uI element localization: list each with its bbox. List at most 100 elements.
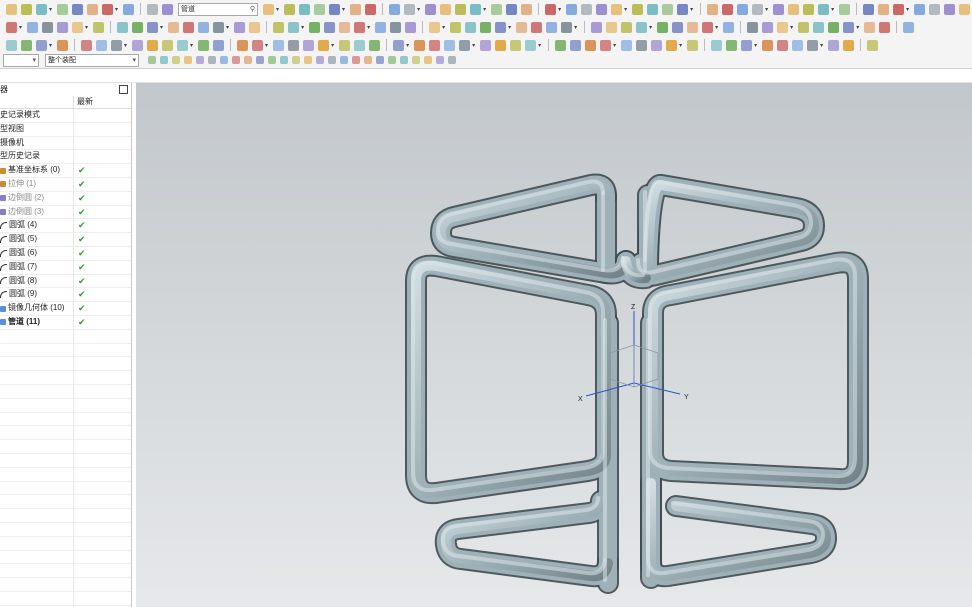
toolbar-command-icon[interactable]	[455, 3, 467, 15]
toolbar-command-icon[interactable]	[687, 21, 699, 33]
tree-node[interactable]: 圆弧 (6) ✔	[0, 246, 131, 261]
toolbar-command-icon[interactable]	[747, 21, 759, 33]
toolbar-command-icon[interactable]	[6, 21, 17, 33]
toolbar-command-icon[interactable]	[234, 21, 246, 33]
chevron-down-icon[interactable]: ▾	[856, 24, 859, 31]
toolbar-command-icon[interactable]	[843, 39, 855, 51]
toolbar-command-icon[interactable]	[183, 21, 195, 33]
selection-filter-icon[interactable]	[268, 56, 276, 64]
toolbar-command-icon[interactable]	[404, 3, 416, 15]
selection-filter-icon[interactable]	[244, 56, 252, 64]
toolbar-command-icon[interactable]	[807, 39, 819, 51]
toolbar-command-icon[interactable]	[662, 3, 674, 15]
toolbar-command-icon[interactable]	[299, 3, 311, 15]
selection-filter-icon[interactable]	[256, 56, 264, 64]
toolbar-command-icon[interactable]	[737, 3, 749, 15]
toolbar-command-icon[interactable]	[465, 21, 477, 33]
toolbar-command-icon[interactable]	[459, 39, 471, 51]
toolbar-command-icon[interactable]	[117, 21, 129, 33]
toolbar-command-icon[interactable]	[893, 3, 905, 15]
toolbar-command-icon[interactable]	[798, 21, 810, 33]
toolbar-command-icon[interactable]	[480, 21, 492, 33]
chevron-down-icon[interactable]: ▾	[160, 24, 163, 31]
toolbar-command-icon[interactable]	[929, 3, 941, 15]
toolbar-command-icon[interactable]	[839, 3, 851, 15]
toolbar-command-icon[interactable]	[93, 21, 105, 33]
type-filter-combo[interactable]: ▾	[3, 53, 39, 67]
selection-filter-icon[interactable]	[196, 56, 204, 64]
toolbar-command-icon[interactable]	[198, 21, 210, 33]
selection-filter-icon[interactable]	[148, 56, 156, 64]
toolbar-command-icon[interactable]	[389, 3, 401, 15]
selection-filter-icon[interactable]	[340, 56, 348, 64]
toolbar-command-icon[interactable]	[162, 39, 174, 51]
toolbar-command-icon[interactable]	[687, 39, 699, 51]
toolbar-command-icon[interactable]	[450, 21, 462, 33]
toolbar-command-icon[interactable]	[506, 3, 518, 15]
toolbar-command-icon[interactable]	[96, 39, 108, 51]
column-latest[interactable]: 最新	[74, 96, 93, 108]
tree-node[interactable]: 镜像几何体 (10) ✔	[0, 302, 131, 316]
selection-filter-icon[interactable]	[352, 56, 360, 64]
toolbar-command-icon[interactable]	[329, 3, 341, 15]
toolbar-command-icon[interactable]	[6, 39, 17, 51]
toolbar-command-icon[interactable]	[36, 3, 47, 15]
toolbar-command-icon[interactable]	[647, 3, 659, 15]
chevron-down-icon[interactable]: ▾	[115, 6, 118, 13]
selection-filter-icon[interactable]	[208, 56, 216, 64]
toolbar-command-icon[interactable]	[480, 39, 492, 51]
chevron-down-icon[interactable]: ▾	[265, 42, 268, 49]
toolbar-command-icon[interactable]	[314, 3, 326, 15]
toolbar-command-icon[interactable]	[773, 3, 785, 15]
toolbar-command-icon[interactable]	[702, 21, 714, 33]
chevron-down-icon[interactable]: ▾	[690, 6, 693, 13]
chevron-down-icon[interactable]: ▾	[831, 6, 834, 13]
toolbar-command-icon[interactable]	[36, 39, 47, 51]
toolbar-command-icon[interactable]	[762, 21, 774, 33]
toolbar-command-icon[interactable]	[213, 39, 225, 51]
tree-node[interactable]: 圆弧 (8) ✔	[0, 274, 131, 289]
toolbar-command-icon[interactable]	[6, 3, 17, 15]
toolbar-command-icon[interactable]	[585, 39, 597, 51]
chevron-down-icon[interactable]: ▾	[715, 24, 718, 31]
toolbar-command-icon[interactable]	[57, 21, 69, 33]
selection-filter-icon[interactable]	[292, 56, 300, 64]
toolbar-command-icon[interactable]	[249, 21, 261, 33]
toolbar-command-icon[interactable]	[762, 39, 774, 51]
chevron-down-icon[interactable]: ▾	[85, 24, 88, 31]
toolbar-command-icon[interactable]	[863, 3, 875, 15]
toolbar-command-icon[interactable]	[561, 21, 573, 33]
selection-filter-icon[interactable]	[316, 56, 324, 64]
toolbar-command-icon[interactable]	[516, 21, 528, 33]
tree-node[interactable]: 基准坐标系 (0) ✔	[0, 164, 131, 178]
selection-filter-icon[interactable]	[436, 56, 444, 64]
chevron-down-icon[interactable]: ▾	[906, 6, 909, 13]
selection-filter-icon[interactable]	[280, 56, 288, 64]
tree-node[interactable]: 边倒圆 (2) ✔	[0, 191, 131, 206]
chevron-down-icon[interactable]: ▾	[442, 24, 445, 31]
toolbar-command-icon[interactable]	[57, 3, 69, 15]
toolbar-command-icon[interactable]	[828, 21, 840, 33]
selection-filter-icon[interactable]	[160, 56, 168, 64]
toolbar-command-icon[interactable]	[867, 39, 879, 51]
chevron-down-icon[interactable]: ▾	[754, 42, 757, 49]
toolbar-command-icon[interactable]	[879, 21, 891, 33]
toolbar-command-icon[interactable]	[621, 21, 633, 33]
tree-node[interactable]: 型视图	[0, 122, 131, 137]
selection-filter-icon[interactable]	[388, 56, 396, 64]
toolbar-command-icon[interactable]	[566, 3, 578, 15]
tree-node[interactable]: 型历史记录	[0, 150, 131, 165]
toolbar-command-icon[interactable]	[813, 21, 825, 33]
tree-node[interactable]: 圆弧 (9) ✔	[0, 288, 131, 303]
search-combo[interactable]: 管道 ⚲	[178, 2, 259, 16]
toolbar-command-icon[interactable]	[621, 39, 633, 51]
scope-filter-combo[interactable]: 整个装配 ▾	[45, 53, 139, 67]
toolbar-command-icon[interactable]	[651, 39, 663, 51]
toolbar-command-icon[interactable]	[162, 3, 174, 15]
toolbar-command-icon[interactable]	[788, 3, 800, 15]
toolbar-command-icon[interactable]	[470, 3, 482, 15]
chevron-down-icon[interactable]: ▾	[49, 6, 52, 13]
toolbar-command-icon[interactable]	[102, 3, 114, 15]
toolbar-command-icon[interactable]	[42, 21, 54, 33]
chevron-down-icon[interactable]: ▾	[538, 42, 541, 49]
